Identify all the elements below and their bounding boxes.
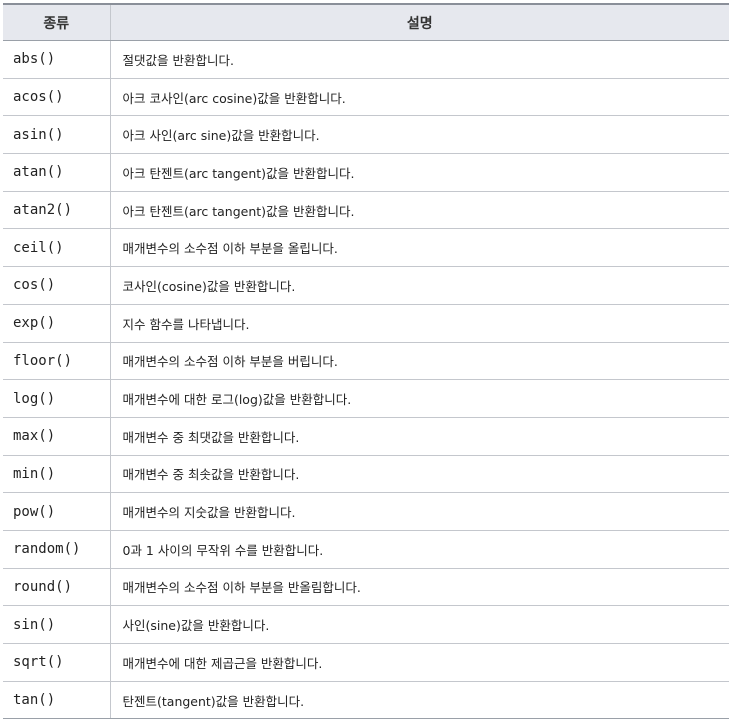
table-row: floor() 매개변수의 소수점 이하 부분을 버립니다. [3, 342, 729, 381]
method-description-cell: 0과 1 사이의 무작위 수를 반환합니다. [110, 530, 729, 569]
table-row: round() 매개변수의 소수점 이하 부분을 반올림합니다. [3, 568, 729, 607]
table-row: cos() 코사인(cosine)값을 반환합니다. [3, 266, 729, 305]
table-row: max() 매개변수 중 최댓값을 반환합니다. [3, 417, 729, 456]
method-description-cell: 매개변수 중 최솟값을 반환합니다. [110, 455, 729, 494]
table-row: sqrt() 매개변수에 대한 제곱근을 반환합니다. [3, 643, 729, 682]
method-name-cell: exp() [3, 304, 111, 343]
method-name-cell: log() [3, 379, 111, 418]
method-description-cell: 아크 탄젠트(arc tangent)값을 반환합니다. [110, 191, 729, 230]
method-description-cell: 지수 함수를 나타냅니다. [110, 304, 729, 343]
table-row: pow() 매개변수의 지숫값을 반환합니다. [3, 492, 729, 531]
method-name-cell: tan() [3, 681, 111, 720]
table-row: asin() 아크 사인(arc sine)값을 반환합니다. [3, 115, 729, 155]
method-description-cell: 매개변수 중 최댓값을 반환합니다. [110, 417, 729, 456]
method-name-cell: cos() [3, 266, 111, 305]
method-name-cell: asin() [3, 115, 111, 155]
method-description-cell: 아크 탄젠트(arc tangent)값을 반환합니다. [110, 153, 729, 192]
method-name-cell: sin() [3, 605, 111, 644]
method-name-cell: atan2() [3, 191, 111, 230]
method-description-cell: 매개변수에 대한 로그(log)값을 반환합니다. [110, 379, 729, 418]
method-name-cell: atan() [3, 153, 111, 192]
table-row: atan2() 아크 탄젠트(arc tangent)값을 반환합니다. [3, 191, 729, 230]
table-row: min() 매개변수 중 최솟값을 반환합니다. [3, 455, 729, 494]
method-description-cell: 매개변수의 소수점 이하 부분을 반올림합니다. [110, 568, 729, 607]
table-row: random() 0과 1 사이의 무작위 수를 반환합니다. [3, 530, 729, 569]
column-header-description: 설명 [110, 3, 729, 41]
math-methods-table-container: 종류 설명 abs() 절댓값을 반환합니다. acos() 아크 코사인(ar… [3, 3, 729, 720]
method-name-cell: sqrt() [3, 643, 111, 682]
method-name-cell: random() [3, 530, 111, 569]
method-name-cell: min() [3, 455, 111, 494]
method-description-cell: 매개변수의 소수점 이하 부분을 버립니다. [110, 342, 729, 381]
method-name-cell: round() [3, 568, 111, 607]
table-row: tan() 탄젠트(tangent)값을 반환합니다. [3, 681, 729, 720]
method-description-cell: 매개변수의 지숫값을 반환합니다. [110, 492, 729, 531]
table-row: abs() 절댓값을 반환합니다. [3, 40, 729, 79]
table-row: atan() 아크 탄젠트(arc tangent)값을 반환합니다. [3, 153, 729, 192]
table-row: log() 매개변수에 대한 로그(log)값을 반환합니다. [3, 379, 729, 418]
header-row: 종류 설명 [3, 3, 729, 41]
table-row: exp() 지수 함수를 나타냅니다. [3, 304, 729, 343]
method-description-cell: 코사인(cosine)값을 반환합니다. [110, 266, 729, 305]
method-description-cell: 매개변수에 대한 제곱근을 반환합니다. [110, 643, 729, 682]
method-description-cell: 사인(sine)값을 반환합니다. [110, 605, 729, 644]
method-description-cell: 매개변수의 소수점 이하 부분을 올립니다. [110, 228, 729, 268]
table-row: acos() 아크 코사인(arc cosine)값을 반환합니다. [3, 78, 729, 117]
math-methods-table: 종류 설명 abs() 절댓값을 반환합니다. acos() 아크 코사인(ar… [3, 3, 729, 720]
method-description-cell: 탄젠트(tangent)값을 반환합니다. [110, 681, 729, 720]
table-body: abs() 절댓값을 반환합니다. acos() 아크 코사인(arc cosi… [3, 40, 729, 720]
method-name-cell: pow() [3, 492, 111, 531]
method-name-cell: acos() [3, 78, 111, 117]
column-header-type: 종류 [3, 3, 111, 41]
method-description-cell: 아크 코사인(arc cosine)값을 반환합니다. [110, 78, 729, 117]
table-row: ceil() 매개변수의 소수점 이하 부분을 올립니다. [3, 228, 729, 268]
method-name-cell: max() [3, 417, 111, 456]
table-header: 종류 설명 [3, 3, 729, 41]
table-row: sin() 사인(sine)값을 반환합니다. [3, 605, 729, 644]
method-name-cell: floor() [3, 342, 111, 381]
method-name-cell: ceil() [3, 228, 111, 268]
method-description-cell: 아크 사인(arc sine)값을 반환합니다. [110, 115, 729, 155]
method-description-cell: 절댓값을 반환합니다. [110, 40, 729, 79]
method-name-cell: abs() [3, 40, 111, 79]
